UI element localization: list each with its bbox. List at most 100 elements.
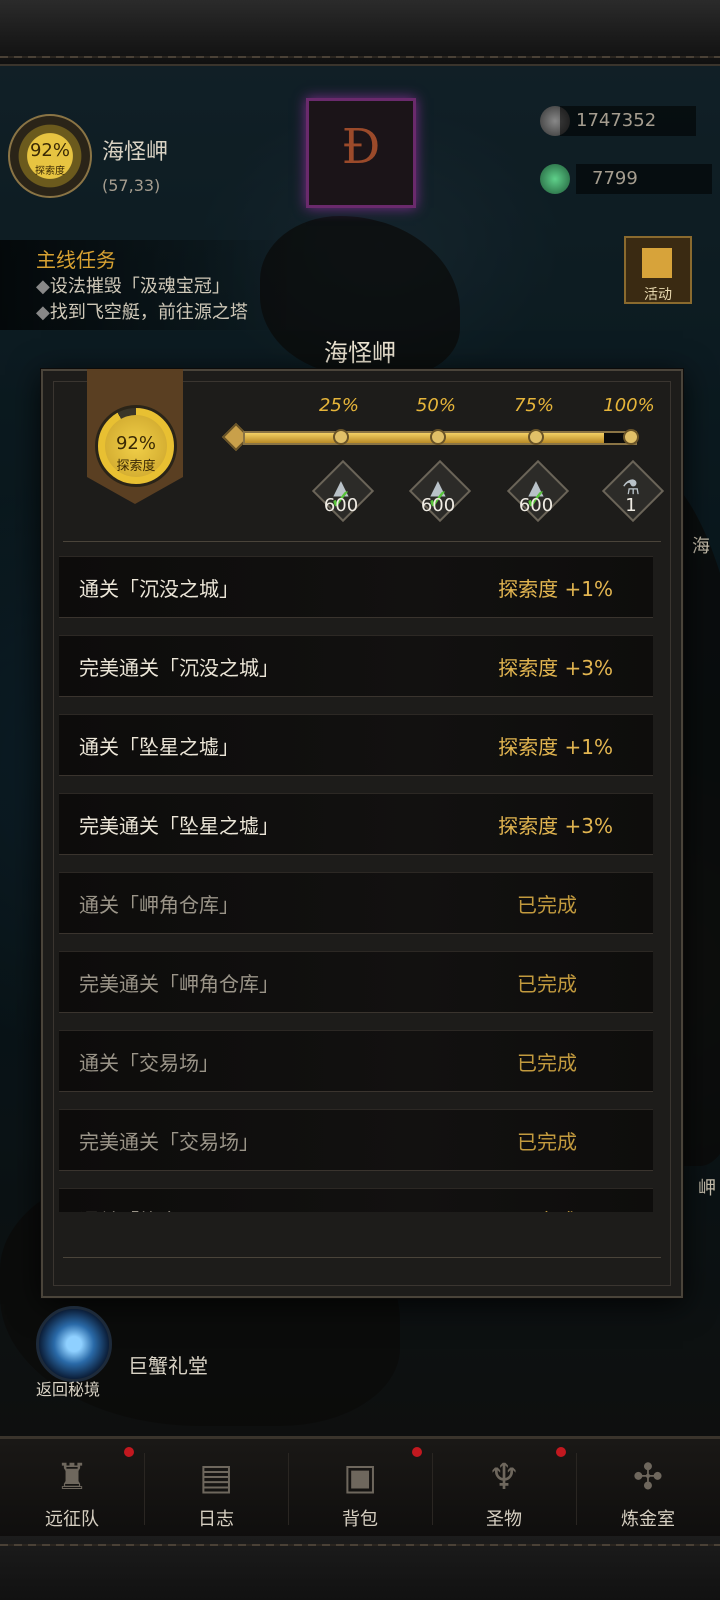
- nav-label: 日志: [198, 1509, 234, 1530]
- chalice-icon: ♆: [487, 1457, 521, 1498]
- nav-label: 圣物: [486, 1509, 522, 1530]
- quest-title: 主线任务: [36, 248, 116, 272]
- diamond-bullet-icon: ◆: [36, 276, 50, 297]
- diamond-bullet-icon: ◆: [36, 302, 50, 323]
- portal-vortex-icon[interactable]: [36, 1306, 112, 1382]
- task-row[interactable]: 通关「交易场」 已完成: [59, 1030, 653, 1092]
- map-edge-label[interactable]: 海: [692, 532, 710, 558]
- main-quest-panel[interactable]: 主线任务 ◆设法摧毁「汲魂宝冠」 ◆找到飞空艇，前往源之塔: [0, 240, 300, 330]
- nav-label: 背包: [342, 1509, 378, 1530]
- nav-label: 远征队: [45, 1509, 99, 1530]
- scroll-map-icon: ▤: [198, 1457, 233, 1498]
- milestone-dot: [333, 429, 349, 445]
- resource-gem-value: 7799: [576, 164, 712, 194]
- resource-ore-value: 1747352: [560, 106, 696, 136]
- bottom-nav: ♜ 远征队 ▤ 日志 ▣ 背包 ♆ 圣物 ✣ 炼金室: [0, 1436, 720, 1539]
- task-row[interactable]: 完美通关「沉没之城」 探索度 +3%: [59, 635, 653, 697]
- hud-exploration-percent: 92%: [29, 140, 70, 161]
- task-list[interactable]: 通关「沉没之城」 探索度 +1% 完美通关「沉没之城」 探索度 +3% 通关「坠星之墟」…: [59, 556, 665, 1212]
- divider: [63, 541, 661, 542]
- task-name: 通关「岬角仓库」: [79, 893, 239, 917]
- task-status: 已完成: [517, 1205, 577, 1212]
- task-row[interactable]: 通关「坠星之墟」 探索度 +1%: [59, 714, 653, 776]
- activity-button[interactable]: 活动: [624, 236, 692, 304]
- nav-divider: [144, 1453, 145, 1525]
- milestone-percent: 75%: [513, 395, 554, 416]
- notification-dot: [412, 1447, 422, 1457]
- map-edge-label[interactable]: 岬: [698, 1174, 716, 1200]
- task-row[interactable]: 通关「岬角仓库」 已完成: [59, 872, 653, 934]
- nav-item-5[interactable]: ✣ 炼金室: [576, 1439, 720, 1539]
- task-name: 完美通关「坠星之墟」: [79, 814, 279, 838]
- activity-label: 活动: [644, 287, 672, 303]
- milestone-amount: 600: [420, 495, 456, 516]
- task-row[interactable]: 完美通关「交易场」 已完成: [59, 1109, 653, 1171]
- nav-label: 炼金室: [621, 1509, 675, 1530]
- horned-helmet-icon: ♜: [55, 1457, 89, 1498]
- task-row[interactable]: 通关「旅舍」 已完成: [59, 1188, 653, 1212]
- task-name: 通关「交易场」: [79, 1051, 219, 1075]
- milestone-dot: [430, 429, 446, 445]
- task-reward: 探索度 +3%: [498, 656, 613, 680]
- bottom-frame: [0, 1536, 720, 1600]
- nav-divider: [432, 1453, 433, 1525]
- task-status: 已完成: [517, 893, 577, 917]
- task-status: 已完成: [517, 1130, 577, 1154]
- task-row[interactable]: 完美通关「坠星之墟」 探索度 +3%: [59, 793, 653, 855]
- modal-exploration-label: 探索度: [116, 459, 156, 474]
- task-row[interactable]: 通关「沉没之城」 探索度 +1%: [59, 556, 653, 618]
- quest-line: ◆设法摧毁「汲魂宝冠」: [36, 272, 230, 298]
- quest-line-text: 找到飞空艇，前往源之塔: [49, 302, 248, 323]
- hud-exploration-label: 探索度: [35, 166, 65, 177]
- area-label[interactable]: 巨蟹礼堂: [128, 1350, 208, 1379]
- exploration-progress-ring: 92% 探索度: [95, 405, 177, 487]
- exploration-track-fill: [245, 433, 604, 443]
- modal-title: 海怪岬: [324, 339, 396, 367]
- task-name: 通关「沉没之城」: [79, 577, 239, 601]
- task-status: 已完成: [517, 972, 577, 996]
- quest-line: ◆找到飞空艇，前往源之塔: [36, 298, 248, 324]
- exploration-modal: 92% 探索度 通关「沉没之城」 探索度 +1% 完美通关「沉没之城」 探索度 +3%…: [41, 369, 683, 1298]
- task-name: 通关「坠星之墟」: [79, 735, 239, 759]
- divider: [63, 1257, 661, 1258]
- backpack-icon: ▣: [342, 1457, 377, 1498]
- notification-dot: [124, 1447, 134, 1457]
- nav-divider: [288, 1453, 289, 1525]
- quest-line-text: 设法摧毁「汲魂宝冠」: [49, 276, 230, 297]
- ring-inner: 92% 探索度: [105, 415, 167, 477]
- modal-exploration-percent: 92%: [115, 433, 156, 454]
- milestone-percent: 50%: [415, 395, 456, 416]
- task-row[interactable]: 完美通关「岬角仓库」 已完成: [59, 951, 653, 1013]
- nav-item-1[interactable]: ♜ 远征队: [0, 1439, 144, 1539]
- nav-item-4[interactable]: ♆ 圣物: [432, 1439, 576, 1539]
- rune-emblem-button[interactable]: Ð: [306, 98, 416, 208]
- rune-icon: Ð: [341, 119, 381, 175]
- hud-exploration-badge[interactable]: 92% 探索度: [8, 114, 92, 198]
- gift-box-icon: [642, 248, 672, 278]
- task-name: 完美通关「沉没之城」: [79, 656, 279, 680]
- milestone-dot: [528, 429, 544, 445]
- task-reward: 探索度 +1%: [498, 735, 613, 759]
- task-reward: 探索度 +3%: [498, 814, 613, 838]
- task-status: 已完成: [517, 1051, 577, 1075]
- task-name: 通关「旅舍」: [79, 1205, 199, 1212]
- nav-item-3[interactable]: ▣ 背包: [288, 1439, 432, 1539]
- task-name: 完美通关「交易场」: [79, 1130, 259, 1154]
- notification-dot: [556, 1447, 566, 1457]
- location-name: 海怪岬: [102, 140, 169, 165]
- location-coords: (57,33): [102, 176, 161, 195]
- milestone-amount: 600: [518, 495, 554, 516]
- milestone-amount: 600: [323, 495, 359, 516]
- milestone-amount: 1: [625, 495, 637, 516]
- nav-item-2[interactable]: ▤ 日志: [144, 1439, 288, 1539]
- alchemy-icon: ✣: [632, 1457, 664, 1498]
- task-name: 完美通关「岬角仓库」: [79, 972, 279, 996]
- milestone-dot: [623, 429, 639, 445]
- top-frame: [0, 0, 720, 66]
- task-reward: 探索度 +1%: [498, 577, 613, 601]
- green-gem-icon: [540, 164, 570, 194]
- return-portal-label[interactable]: 返回秘境: [36, 1376, 100, 1400]
- milestone-percent: 25%: [318, 395, 359, 416]
- nav-divider: [576, 1453, 577, 1525]
- milestone-percent: 100%: [603, 395, 655, 416]
